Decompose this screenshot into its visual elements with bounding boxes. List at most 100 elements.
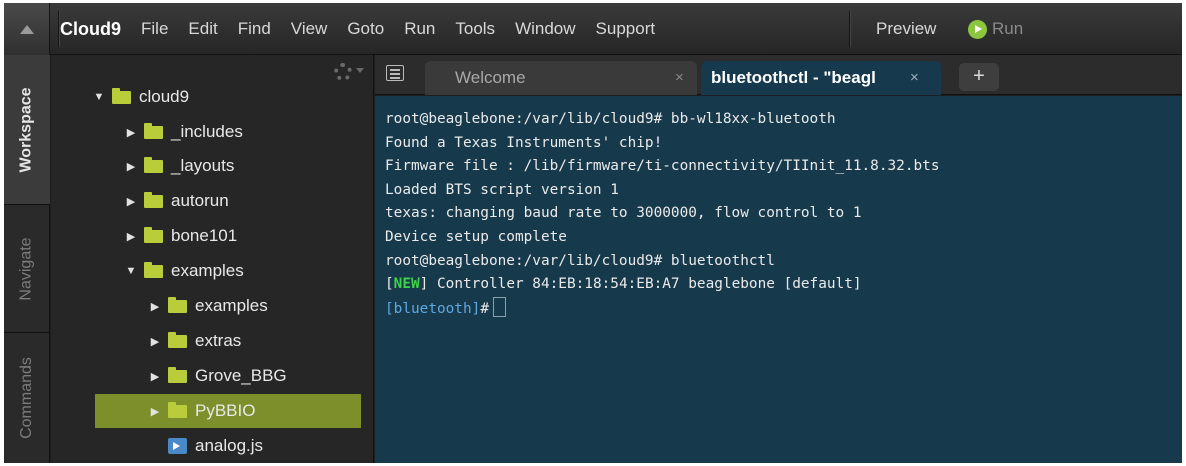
menu-find[interactable]: Find xyxy=(238,19,271,39)
tree-node-label: Grove_BBG xyxy=(195,366,287,385)
terminal-line: root@beaglebone:/var/lib/cloud9# bb-wl18… xyxy=(385,111,836,127)
menu-goto[interactable]: Goto xyxy=(347,19,384,39)
tab-navigate-label: Navigate xyxy=(18,236,35,301)
folder-icon xyxy=(112,87,131,104)
terminal-output: root@beaglebone:/var/lib/cloud9# bb-wl18… xyxy=(385,108,940,320)
close-icon[interactable]: × xyxy=(675,69,684,86)
tree-node-label: PyBBIO xyxy=(195,401,256,420)
tree-node-label: extras xyxy=(195,331,242,350)
tree-node-examples-sub[interactable]: ▶ examples xyxy=(51,289,373,323)
triangle-up-icon xyxy=(20,25,34,34)
terminal-line: Firmware file : /lib/firmware/ti-connect… xyxy=(385,158,940,175)
tab-commands[interactable]: Commands xyxy=(4,333,50,463)
terminal-line: texas: changing baud rate to 3000000, fl… xyxy=(385,205,862,222)
tab-workspace[interactable]: Workspace xyxy=(4,55,50,205)
menu-file[interactable]: File xyxy=(141,19,168,39)
close-icon[interactable]: × xyxy=(910,69,919,86)
menu-support[interactable]: Support xyxy=(596,19,656,39)
collapse-arrow-icon[interactable]: ▶ xyxy=(124,160,138,173)
tree-node-includes[interactable]: ▶ _includes xyxy=(51,115,373,149)
collapse-arrow-icon[interactable]: ▶ xyxy=(148,405,162,418)
collapse-arrow-icon[interactable]: ▶ xyxy=(124,230,138,243)
tree-node-label: examples xyxy=(171,261,244,280)
play-circle-icon xyxy=(968,19,987,39)
collapse-menu-button[interactable] xyxy=(4,3,50,55)
preview-button[interactable]: Preview xyxy=(876,3,936,55)
folder-icon xyxy=(144,156,163,173)
chevron-down-icon[interactable] xyxy=(356,68,364,73)
collapse-arrow-icon[interactable]: ▶ xyxy=(148,370,162,383)
workspace-file-tree: ▼ cloud9 ▶ _includes ▶ _layouts ▶ autoru… xyxy=(51,55,374,463)
folder-icon xyxy=(144,191,163,208)
terminal-line: root@beaglebone:/var/lib/cloud9# bluetoo… xyxy=(385,252,775,269)
expand-arrow-icon[interactable]: ▼ xyxy=(92,91,106,103)
folder-icon xyxy=(168,366,187,383)
new-tag: NEW xyxy=(393,276,420,293)
javascript-file-icon xyxy=(168,438,187,454)
terminal-line-new-controller: [NEW] Controller 84:EB:18:54:EB:A7 beagl… xyxy=(385,273,940,297)
menu-divider xyxy=(58,11,59,47)
folder-icon xyxy=(168,331,187,348)
tree-node-layouts[interactable]: ▶ _layouts xyxy=(51,149,373,183)
menu-window[interactable]: Window xyxy=(515,19,575,39)
folder-icon xyxy=(168,296,187,313)
folder-icon xyxy=(144,261,163,278)
folder-icon xyxy=(144,226,163,243)
menu-divider xyxy=(849,11,850,47)
menu-edit[interactable]: Edit xyxy=(188,19,217,39)
folder-icon xyxy=(144,122,163,139)
tab-terminal[interactable]: bluetoothctl - "beagl × xyxy=(701,61,941,95)
tree-node-label: analog.js xyxy=(195,436,264,455)
menu-view[interactable]: View xyxy=(291,19,328,39)
side-panel-tabs: Workspace Navigate Commands xyxy=(4,55,50,463)
tree-node-label: autorun xyxy=(171,191,229,210)
tree-node-label: cloud9 xyxy=(139,87,190,106)
terminal-line: Found a Texas Instruments' chip! xyxy=(385,134,663,151)
terminal-line: Device setup complete xyxy=(385,228,567,245)
controller-info: Controller 84:EB:18:54:EB:A7 beaglebone … xyxy=(428,276,862,293)
gear-icon[interactable] xyxy=(334,63,352,81)
menu-bar: Cloud9 File Edit Find View Goto Run Tool… xyxy=(4,3,1182,55)
tree-node-examples[interactable]: ▼ examples xyxy=(51,254,373,288)
tree-node-cloud9[interactable]: ▼ cloud9 xyxy=(51,80,373,114)
menu-items: Cloud9 File Edit Find View Goto Run Tool… xyxy=(60,3,675,55)
tree-node-autorun[interactable]: ▶ autorun xyxy=(51,184,373,218)
run-button[interactable]: Run xyxy=(968,3,1023,55)
tab-workspace-label: Workspace xyxy=(18,86,36,173)
cloud9-ide-window: Cloud9 File Edit Find View Goto Run Tool… xyxy=(4,3,1182,463)
collapse-arrow-icon[interactable]: ▶ xyxy=(148,335,162,348)
expand-arrow-icon[interactable]: ▼ xyxy=(124,265,138,277)
menu-run[interactable]: Run xyxy=(404,19,435,39)
folder-icon xyxy=(168,401,187,418)
tree-node-label: _layouts xyxy=(171,156,235,175)
bracket-open: [ xyxy=(385,276,394,293)
menu-tools[interactable]: Tools xyxy=(455,19,495,39)
bluetooth-prompt: [bluetooth] xyxy=(385,300,481,317)
tree-node-bone101[interactable]: ▶ bone101 xyxy=(51,219,373,253)
tab-commands-label: Commands xyxy=(18,357,35,439)
run-button-label: Run xyxy=(992,19,1024,38)
editor-tab-bar: Welcome × bluetoothctl - "beagl × + xyxy=(375,55,1182,95)
text-cursor xyxy=(492,296,506,317)
tree-node-extras[interactable]: ▶ extras xyxy=(51,324,373,358)
menu-cloud9[interactable]: Cloud9 xyxy=(60,19,121,40)
tree-node-grove-bbg[interactable]: ▶ Grove_BBG xyxy=(51,359,373,393)
tree-node-analog-js[interactable]: analog.js xyxy=(51,429,373,463)
tree-node-label: _includes xyxy=(171,122,243,141)
terminal-pane[interactable]: root@beaglebone:/var/lib/cloud9# bb-wl18… xyxy=(375,96,1182,463)
tree-node-label: examples xyxy=(195,296,268,315)
tree-node-label: bone101 xyxy=(171,226,238,245)
terminal-prompt-line[interactable]: [bluetooth]# xyxy=(385,296,940,321)
tab-terminal-label: bluetoothctl - "beagl xyxy=(711,68,876,87)
add-tab-button[interactable]: + xyxy=(959,63,999,91)
collapse-arrow-icon[interactable]: ▶ xyxy=(124,126,138,139)
tab-navigate[interactable]: Navigate xyxy=(4,205,50,333)
terminal-line: Loaded BTS script version 1 xyxy=(385,181,619,198)
prompt-hash: # xyxy=(480,300,489,317)
tab-list-icon[interactable] xyxy=(386,65,404,81)
collapse-arrow-icon[interactable]: ▶ xyxy=(124,195,138,208)
tab-welcome-label: Welcome xyxy=(455,68,526,87)
collapse-arrow-icon[interactable]: ▶ xyxy=(148,300,162,313)
tree-node-pybbio[interactable]: ▶ PyBBIO xyxy=(95,394,361,428)
tab-welcome[interactable]: Welcome × xyxy=(425,61,697,95)
